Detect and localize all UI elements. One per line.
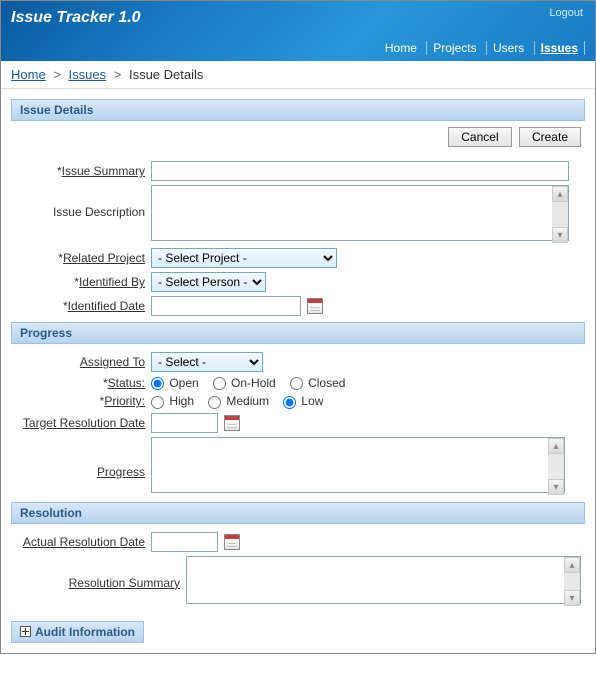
calendar-icon[interactable] [307,298,323,314]
issue-description-textarea[interactable] [151,185,569,241]
scroll-down-icon[interactable]: ▾ [548,479,564,495]
top-nav: Home Projects Users Issues [379,41,585,55]
priority-medium-radio[interactable] [208,396,221,409]
scrollbar[interactable]: ▴▾ [552,186,568,243]
progress-label: Progress [97,465,145,479]
breadcrumb-sep: > [53,67,61,82]
assigned-to-select[interactable]: - Select - [151,352,263,372]
calendar-icon[interactable] [224,534,240,550]
breadcrumb-current: Issue Details [129,67,203,82]
scroll-up-icon[interactable]: ▴ [548,438,564,454]
create-button[interactable]: Create [519,127,581,147]
app-title: Issue Tracker 1.0 [11,9,585,27]
target-date-input[interactable] [151,413,218,433]
priority-radio-group: High Medium Low [151,394,585,408]
breadcrumb-home[interactable]: Home [11,67,46,82]
calendar-icon[interactable] [224,415,240,431]
breadcrumb-sep: > [114,67,122,82]
resolution-summary-label: Resolution Summary [69,576,180,590]
nav-home[interactable]: Home [379,41,423,55]
logout-link[interactable]: Logout [549,7,583,19]
cancel-button[interactable]: Cancel [448,127,511,147]
nav-issues[interactable]: Issues [534,41,584,55]
identified-by-label: Identified By [79,275,145,289]
progress-textarea[interactable] [151,437,565,493]
issue-summary-input[interactable] [151,161,569,181]
section-resolution: Resolution [11,502,585,524]
assigned-to-label: Assigned To [80,355,145,369]
scroll-up-icon[interactable]: ▴ [552,186,568,202]
status-open-radio[interactable] [151,377,164,390]
priority-low-radio[interactable] [283,396,296,409]
breadcrumb: Home > Issues > Issue Details [1,61,595,89]
resolution-summary-textarea[interactable] [186,556,581,604]
scroll-up-icon[interactable]: ▴ [564,557,580,573]
actual-date-input[interactable] [151,532,218,552]
app-header: Issue Tracker 1.0 Logout Home Projects U… [1,1,595,61]
status-closed-radio[interactable] [290,377,303,390]
issue-description-label: Issue Description [53,205,145,219]
status-onhold-radio[interactable] [213,377,226,390]
scroll-down-icon[interactable]: ▾ [564,590,580,606]
identified-date-label: Identified Date [68,299,145,313]
scrollbar[interactable]: ▴▾ [548,438,564,495]
scroll-down-icon[interactable]: ▾ [552,227,568,243]
related-project-label: Related Project [63,251,145,265]
actual-date-label: Actual Resolution Date [23,535,145,549]
nav-users[interactable]: Users [486,41,530,55]
identified-date-input[interactable] [151,296,301,316]
expand-icon[interactable] [20,626,31,637]
related-project-select[interactable]: - Select Project - [151,248,337,268]
button-row: Cancel Create [11,121,585,157]
section-progress: Progress [11,322,585,344]
status-label: Status: [108,376,145,390]
audit-title: Audit Information [35,625,135,639]
section-audit[interactable]: Audit Information [11,621,144,643]
scrollbar[interactable]: ▴▾ [564,557,580,606]
nav-projects[interactable]: Projects [426,41,482,55]
status-radio-group: Open On-Hold Closed [151,376,585,390]
issue-summary-label: Issue Summary [62,164,145,178]
section-issue-details: Issue Details [11,99,585,121]
target-date-label: Target Resolution Date [23,416,145,430]
priority-high-radio[interactable] [151,396,164,409]
priority-label: Priority: [104,394,145,408]
breadcrumb-issues[interactable]: Issues [69,67,107,82]
identified-by-select[interactable]: - Select Person - [151,272,266,292]
